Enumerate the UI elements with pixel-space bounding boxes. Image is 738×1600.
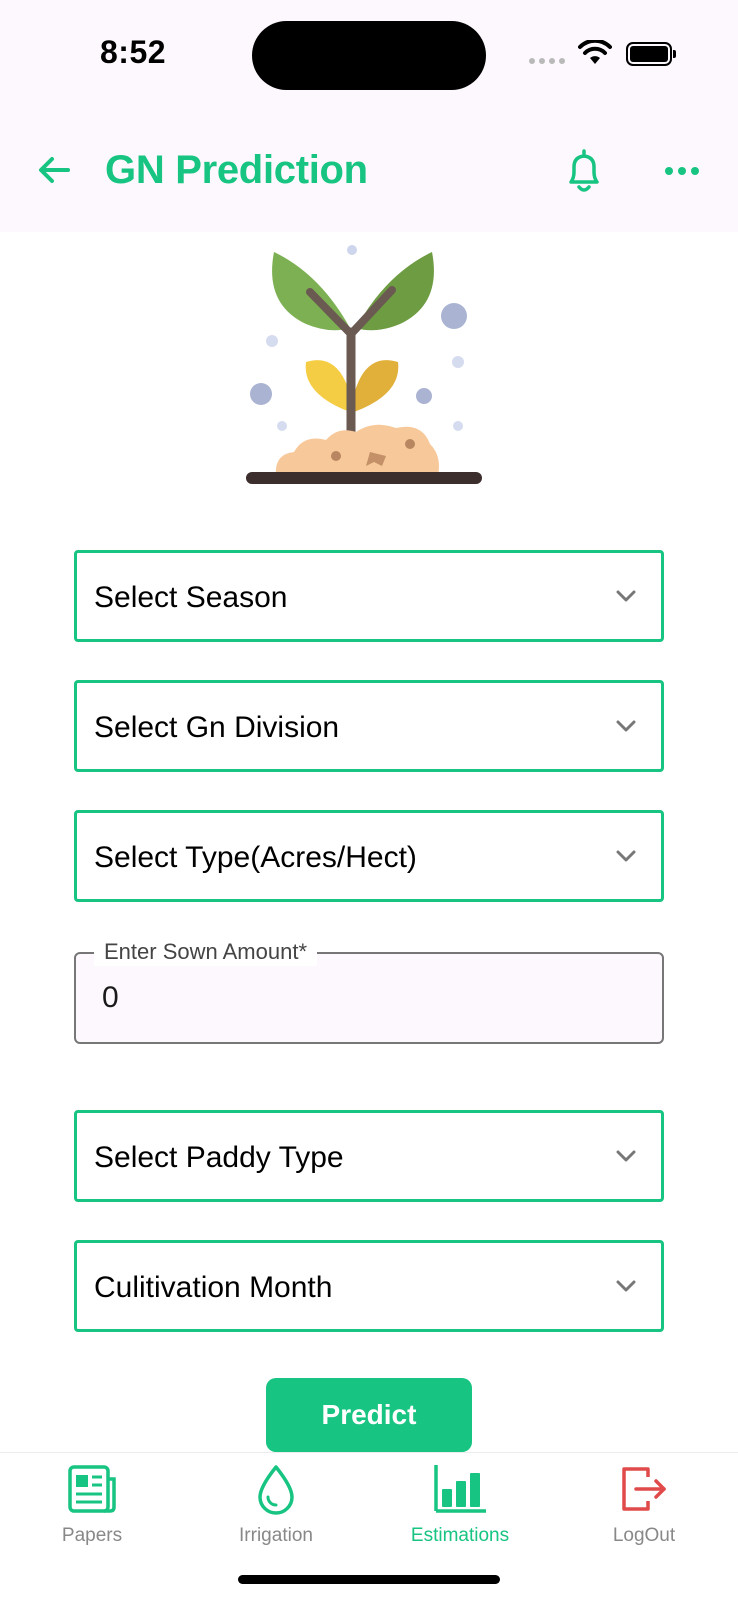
home-indicator: [238, 1575, 500, 1584]
gn-division-dropdown-label: Select Gn Division: [94, 711, 340, 744]
back-arrow-icon[interactable]: [34, 150, 74, 190]
season-dropdown-label: Select Season: [94, 581, 288, 614]
wifi-icon: [578, 40, 612, 64]
sown-amount-label: Enter Sown Amount*: [94, 938, 318, 966]
sown-amount-input[interactable]: [102, 976, 642, 1020]
logout-icon: [622, 1467, 666, 1511]
battery-icon: [626, 42, 676, 66]
chevron-down-icon: [616, 1280, 636, 1292]
chevron-down-icon: [616, 720, 636, 732]
bar-chart-icon: [434, 1465, 486, 1513]
nav-item-estimations[interactable]: Estimations: [380, 1463, 540, 1553]
nav-item-papers[interactable]: Papers: [12, 1463, 172, 1553]
plant-illustration: [246, 245, 482, 484]
cultivation-month-dropdown[interactable]: Culitivation Month: [74, 1240, 664, 1332]
nav-label-irrigation: Irrigation: [239, 1525, 313, 1546]
page-title: GN Prediction: [105, 148, 368, 192]
cultivation-month-dropdown-label: Culitivation Month: [94, 1271, 333, 1304]
chevron-down-icon: [616, 1150, 636, 1162]
area-type-dropdown[interactable]: Select Type(Acres/Hect): [74, 810, 664, 902]
predict-button[interactable]: Predict: [266, 1378, 472, 1452]
nav-item-logout[interactable]: LogOut: [564, 1463, 724, 1553]
nav-item-irrigation[interactable]: Irrigation: [196, 1463, 356, 1553]
chevron-down-icon: [616, 850, 636, 862]
season-dropdown[interactable]: Select Season: [74, 550, 664, 642]
paddy-type-dropdown[interactable]: Select Paddy Type: [74, 1110, 664, 1202]
chevron-down-icon: [616, 590, 636, 602]
nav-label-estimations: Estimations: [410, 1525, 510, 1546]
area-type-dropdown-label: Select Type(Acres/Hect): [94, 841, 417, 874]
nav-label-papers: Papers: [61, 1525, 123, 1546]
paddy-type-dropdown-label: Select Paddy Type: [94, 1141, 344, 1174]
cellular-signal-icon: [529, 58, 565, 64]
nav-label-logout: LogOut: [612, 1525, 676, 1546]
bell-icon[interactable]: [562, 148, 606, 196]
sown-amount-field: Enter Sown Amount*: [74, 938, 664, 1044]
more-options-icon[interactable]: [662, 158, 702, 184]
status-time: 8:52: [100, 34, 167, 70]
newspaper-icon: [68, 1465, 116, 1513]
gn-division-dropdown[interactable]: Select Gn Division: [74, 680, 664, 772]
water-drop-icon: [258, 1465, 294, 1515]
dynamic-island: [252, 21, 486, 90]
